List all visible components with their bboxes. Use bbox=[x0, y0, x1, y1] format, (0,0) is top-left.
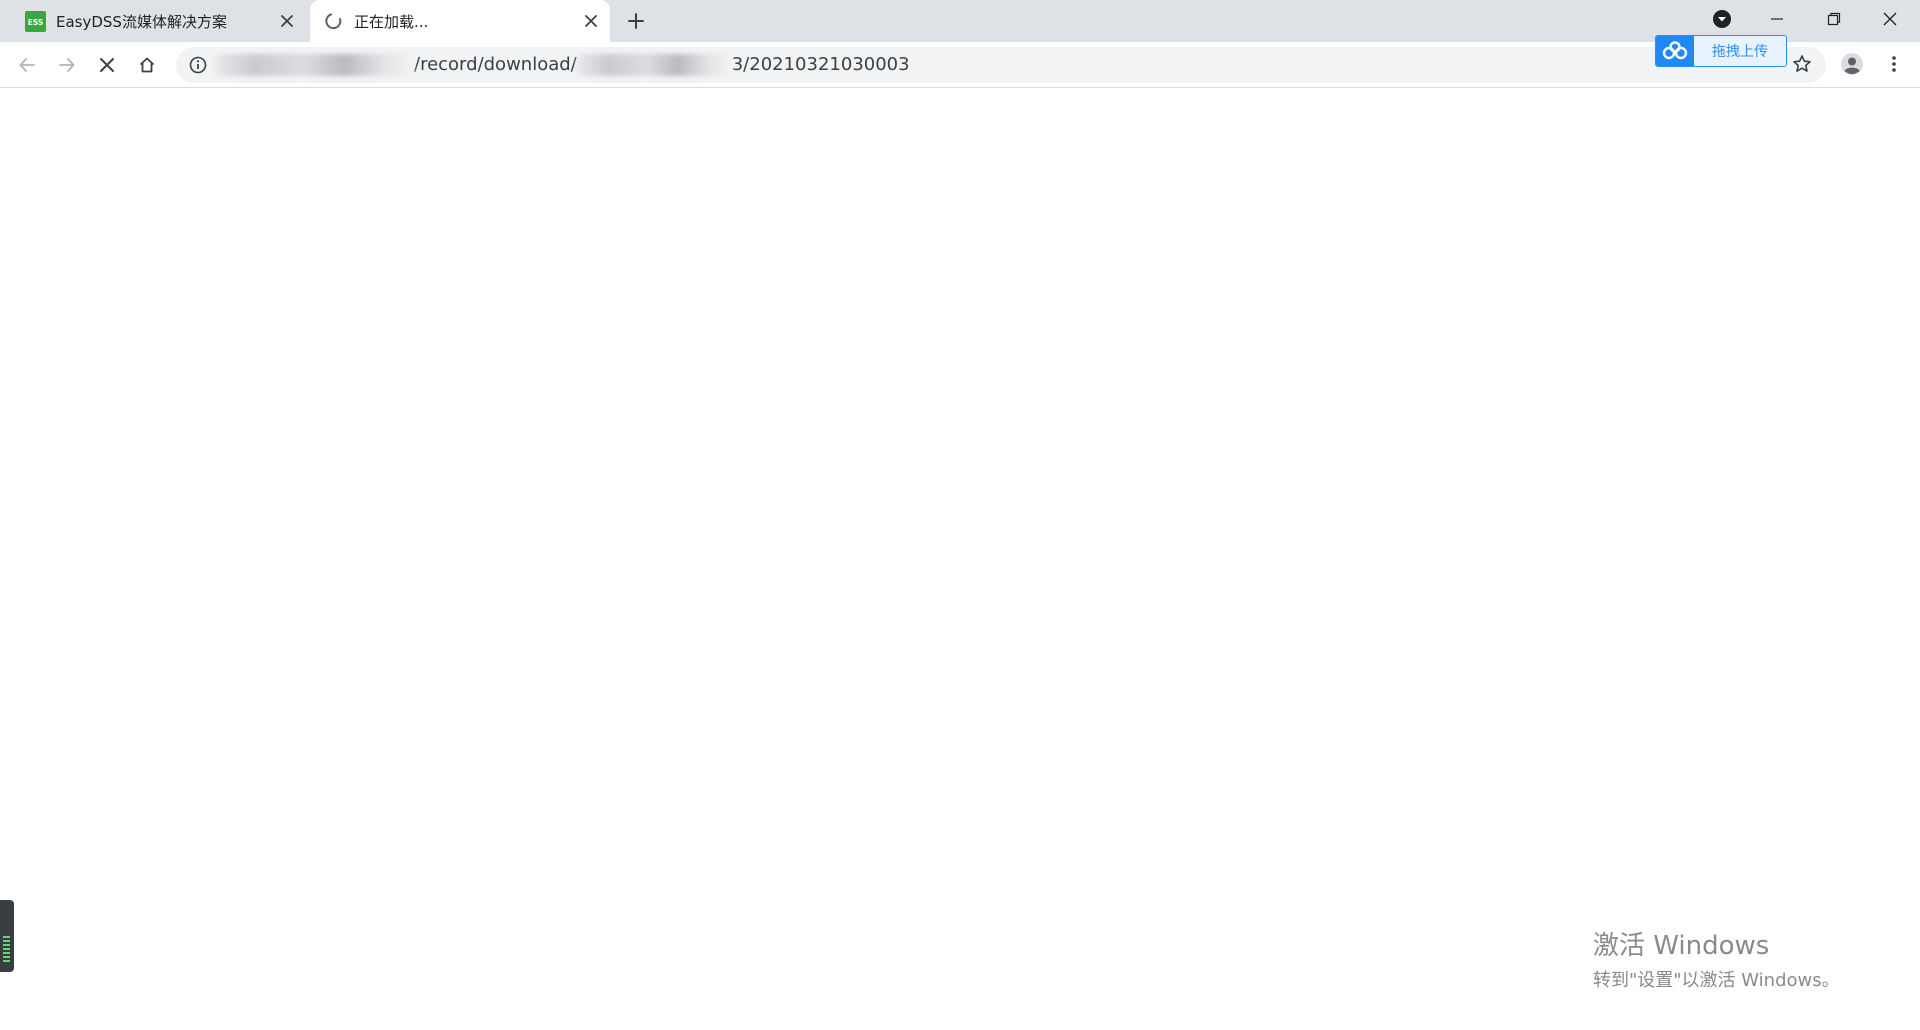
close-icon bbox=[1883, 12, 1897, 26]
tab-strip: ESS EasyDSS流媒体解决方案 正在加载... bbox=[0, 0, 1920, 42]
home-icon bbox=[139, 57, 155, 73]
tab-close-button[interactable] bbox=[578, 8, 604, 34]
back-button[interactable] bbox=[11, 49, 43, 81]
side-meter-widget[interactable] bbox=[0, 900, 14, 972]
new-tab-button[interactable] bbox=[622, 7, 650, 35]
chevron-down-circle-icon bbox=[1713, 10, 1731, 28]
close-icon bbox=[585, 15, 597, 27]
favicon-text: ESS bbox=[28, 18, 44, 27]
close-icon bbox=[281, 15, 293, 27]
tab-title: EasyDSS流媒体解决方案 bbox=[56, 12, 227, 31]
url-path-segment: /record/download/ bbox=[414, 54, 577, 75]
watermark-title: 激活 Windows bbox=[1593, 931, 1770, 961]
arrow-right-icon bbox=[59, 58, 75, 72]
info-icon[interactable] bbox=[188, 55, 208, 75]
restore-icon bbox=[1827, 12, 1841, 26]
home-button[interactable] bbox=[131, 49, 163, 81]
address-bar[interactable]: /record/download/ 3/20210321030003 bbox=[176, 47, 1826, 83]
tab-close-button[interactable] bbox=[274, 8, 300, 34]
meter-bars bbox=[3, 936, 10, 964]
minimize-icon bbox=[1771, 18, 1783, 20]
profile-button[interactable] bbox=[1836, 48, 1868, 80]
easydss-favicon-icon: ESS bbox=[25, 10, 46, 32]
redacted-host bbox=[214, 54, 414, 76]
toolbar: /record/download/ 3/20210321030003 bbox=[0, 42, 1920, 88]
plus-icon bbox=[628, 13, 644, 29]
forward-button[interactable] bbox=[51, 49, 83, 81]
loading-spinner-icon bbox=[325, 13, 342, 29]
tab-easydss[interactable]: ESS EasyDSS流媒体解决方案 bbox=[12, 0, 306, 42]
url-path-end: 3/20210321030003 bbox=[731, 54, 910, 75]
watermark-subtitle: 转到"设置"以激活 Windows。 bbox=[1593, 970, 1840, 991]
tab-loading[interactable]: 正在加载... bbox=[310, 0, 610, 42]
baidu-cloud-icon bbox=[1656, 36, 1694, 66]
close-icon bbox=[100, 58, 114, 72]
stop-loading-button[interactable] bbox=[91, 49, 123, 81]
tab-title: 正在加载... bbox=[354, 12, 429, 31]
url-text[interactable]: /record/download/ 3/20210321030003 bbox=[214, 47, 910, 83]
star-icon bbox=[1793, 55, 1811, 72]
restore-button[interactable] bbox=[1808, 0, 1860, 38]
windows-activation-watermark: 激活 Windows 转到"设置"以激活 Windows。 bbox=[1593, 925, 1840, 992]
chrome-menu-button[interactable] bbox=[1878, 48, 1910, 80]
kebab-menu-icon bbox=[1892, 56, 1896, 72]
drag-upload-label: 拖拽上传 bbox=[1694, 36, 1786, 66]
arrow-left-icon bbox=[19, 58, 35, 72]
bookmark-star-button[interactable] bbox=[1786, 48, 1818, 80]
avatar-icon bbox=[1841, 53, 1863, 75]
downloads-button[interactable] bbox=[1696, 0, 1748, 38]
drag-upload-widget[interactable]: 拖拽上传 bbox=[1655, 35, 1787, 67]
minimize-button[interactable] bbox=[1751, 0, 1803, 38]
close-window-button[interactable] bbox=[1864, 0, 1916, 38]
redacted-path bbox=[576, 54, 732, 76]
